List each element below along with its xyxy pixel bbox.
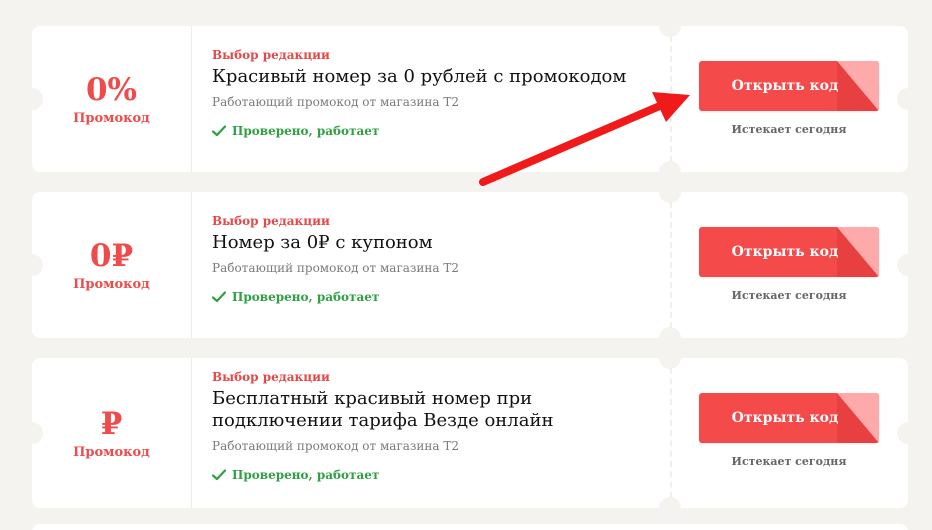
verified-status: Проверено, работает bbox=[212, 468, 652, 482]
expiry-text: Истекает сегодня bbox=[731, 455, 847, 468]
open-code-button[interactable]: Открыть код bbox=[699, 393, 879, 443]
check-icon bbox=[212, 291, 226, 303]
discount-block: 0₽ Промокод bbox=[32, 192, 192, 338]
discount-value: ₽ bbox=[100, 405, 123, 442]
coupon-action: Открыть код Истекает сегодня bbox=[699, 61, 879, 136]
verified-text: Проверено, работает bbox=[232, 124, 380, 138]
coupon-subtitle: Работающий промокод от магазина Т2 bbox=[212, 95, 460, 109]
ticket-notch bbox=[659, 327, 681, 338]
coupon-card: 0% Промокод Выбор редакции Красивый номе… bbox=[32, 26, 908, 172]
discount-value: 0₽ bbox=[89, 237, 134, 274]
coupon-info: Выбор редакции Номер за 0₽ с купоном Раб… bbox=[212, 214, 652, 304]
dashed-separator bbox=[670, 36, 672, 162]
open-code-button-label: Открыть код bbox=[731, 78, 839, 94]
coupon-list: 0% Промокод Выбор редакции Красивый номе… bbox=[0, 0, 932, 530]
editor-choice-label: Выбор редакции bbox=[212, 48, 330, 62]
editor-choice-label: Выбор редакции bbox=[212, 214, 330, 228]
editor-choice-label: Выбор редакции bbox=[212, 370, 330, 384]
discount-label: Промокод bbox=[73, 110, 150, 126]
coupon-info: Выбор редакции Бесплатный красивый номер… bbox=[212, 370, 652, 482]
open-code-button[interactable]: Открыть код bbox=[699, 61, 879, 111]
verified-status: Проверено, работает bbox=[212, 124, 652, 138]
coupon-title[interactable]: Красивый номер за 0 рублей с промокодом bbox=[212, 66, 652, 88]
coupon-card: ₽ Промокод Выбор редакции Бесплатный кра… bbox=[32, 358, 908, 508]
ticket-notch bbox=[897, 422, 908, 444]
open-code-button-label: Открыть код bbox=[731, 410, 839, 426]
coupon-card: 0₽ Промокод Выбор редакции Номер за 0₽ с… bbox=[32, 192, 908, 338]
open-code-button-label: Открыть код bbox=[731, 244, 839, 260]
coupon-title[interactable]: Бесплатный красивый номер при подключени… bbox=[212, 388, 632, 432]
coupon-card-partial bbox=[32, 524, 908, 530]
expiry-text: Истекает сегодня bbox=[731, 289, 847, 302]
verified-text: Проверено, работает bbox=[232, 290, 380, 304]
coupon-action: Открыть код Истекает сегодня bbox=[699, 393, 879, 468]
dashed-separator bbox=[670, 202, 672, 328]
ticket-notch bbox=[897, 254, 908, 276]
discount-label: Промокод bbox=[73, 444, 150, 460]
ticket-notch bbox=[659, 497, 681, 508]
coupon-subtitle: Работающий промокод от магазина Т2 bbox=[212, 439, 460, 453]
coupon-action: Открыть код Истекает сегодня bbox=[699, 227, 879, 302]
coupon-info: Выбор редакции Красивый номер за 0 рубле… bbox=[212, 48, 652, 138]
discount-value: 0% bbox=[85, 71, 138, 108]
expiry-text: Истекает сегодня bbox=[731, 123, 847, 136]
discount-label: Промокод bbox=[73, 276, 150, 292]
verified-status: Проверено, работает bbox=[212, 290, 652, 304]
discount-block: 0% Промокод bbox=[32, 26, 192, 172]
coupon-title[interactable]: Номер за 0₽ с купоном bbox=[212, 232, 652, 254]
dashed-separator bbox=[670, 368, 672, 498]
check-icon bbox=[212, 125, 226, 137]
discount-block: ₽ Промокод bbox=[32, 358, 192, 508]
ticket-notch bbox=[897, 88, 908, 110]
ticket-notch bbox=[659, 161, 681, 172]
open-code-button[interactable]: Открыть код bbox=[699, 227, 879, 277]
coupon-subtitle: Работающий промокод от магазина Т2 bbox=[212, 261, 460, 275]
check-icon bbox=[212, 469, 226, 481]
verified-text: Проверено, работает bbox=[232, 468, 380, 482]
